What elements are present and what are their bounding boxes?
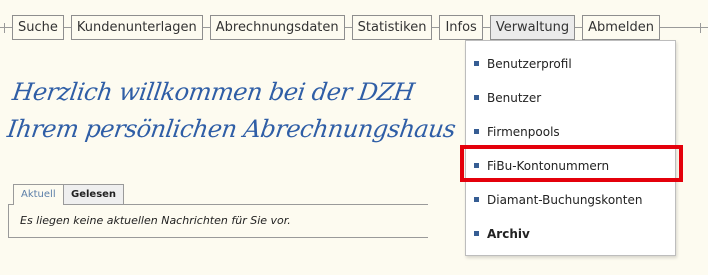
nav-stub-right — [700, 23, 705, 33]
menu-item-label: Benutzer — [487, 91, 542, 105]
menu-item-fibu-kontonummern[interactable]: FiBu-Kontonummern — [474, 155, 609, 177]
bullet-icon — [474, 231, 479, 236]
menu-item-label: FiBu-Kontonummern — [487, 159, 610, 173]
nav-item-infos[interactable]: Infos — [439, 15, 483, 40]
menu-item-label: Archiv — [487, 227, 530, 241]
verwaltung-dropdown-menu: Benutzerprofil Benutzer Firmenpools FiBu… — [465, 40, 676, 256]
bullet-icon — [474, 197, 479, 202]
menu-item-label: Benutzerprofil — [487, 57, 572, 71]
welcome-line-1: Herzlich willkommen bei der DZH — [10, 78, 417, 106]
menu-item-benutzer[interactable]: Benutzer — [474, 87, 541, 109]
menu-item-firmenpools[interactable]: Firmenpools — [474, 121, 560, 143]
bullet-icon — [474, 129, 479, 134]
main-navigation: Suche Kundenunterlagen Abrechnungsdaten … — [12, 15, 667, 40]
tab-aktuell[interactable]: Aktuell — [13, 184, 64, 205]
nav-item-suche[interactable]: Suche — [12, 15, 64, 40]
menu-item-label: Diamant-Buchungskonten — [487, 193, 643, 207]
menu-item-diamant-buchungskonten[interactable]: Diamant-Buchungskonten — [474, 189, 642, 211]
menu-item-archiv[interactable]: Archiv — [474, 223, 530, 245]
nav-item-statistiken[interactable]: Statistiken — [351, 15, 433, 40]
welcome-text: Herzlich willkommen bei der DZH Ihrem pe… — [5, 74, 463, 148]
no-messages-text: Es liegen keine aktuellen Nachrichten fü… — [20, 214, 291, 227]
nav-stub-left — [4, 23, 9, 33]
menu-item-label: Firmenpools — [487, 125, 560, 139]
nav-item-kundenunterlagen[interactable]: Kundenunterlagen — [70, 15, 203, 40]
bullet-icon — [474, 163, 479, 168]
nav-item-verwaltung[interactable]: Verwaltung — [489, 15, 576, 40]
tab-gelesen[interactable]: Gelesen — [63, 184, 125, 204]
welcome-line-2: Ihrem persönlichen Abrechnungshaus — [5, 115, 458, 143]
nav-item-abrechnungsdaten[interactable]: Abrechnungsdaten — [209, 15, 345, 40]
bullet-icon — [474, 61, 479, 66]
menu-item-benutzerprofil[interactable]: Benutzerprofil — [474, 53, 572, 75]
bullet-icon — [474, 95, 479, 100]
nav-item-abmelden[interactable]: Abmelden — [582, 15, 661, 40]
